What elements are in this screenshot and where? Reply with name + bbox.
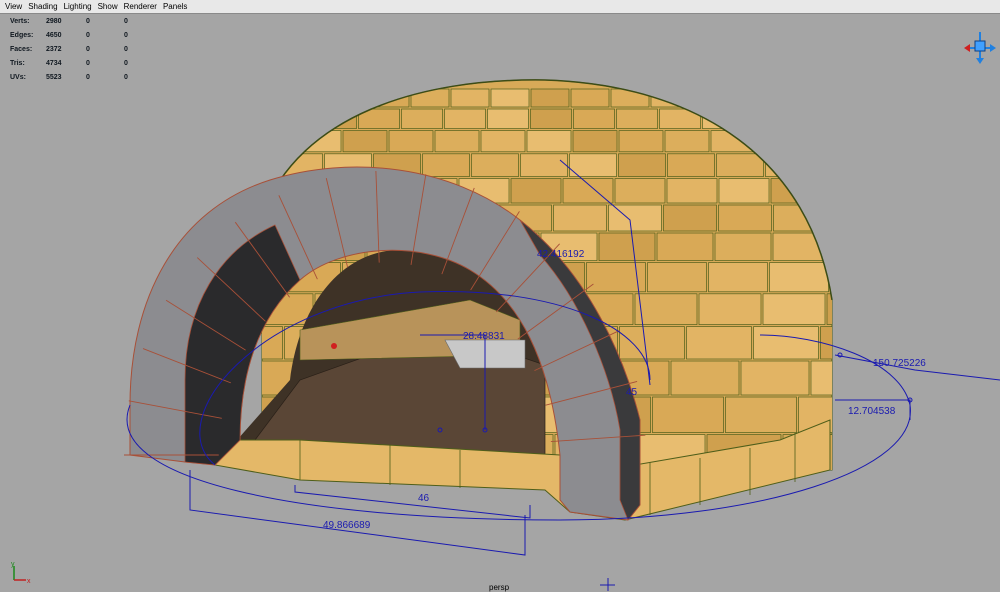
poly-count-hud: Verts: 2980 0 0 Edges: 4650 0 0 Faces: 2372 0 0 Tris… bbox=[10, 15, 162, 85]
view-cube-icon[interactable] bbox=[962, 30, 998, 66]
hud-label: Edges: bbox=[10, 32, 34, 39]
menu-lighting[interactable]: Lighting bbox=[61, 0, 95, 14]
measure-dome-radius: 150.725226 bbox=[873, 358, 926, 369]
hud-component-count: 0 bbox=[124, 74, 128, 81]
menu-shading[interactable]: Shading bbox=[25, 0, 60, 14]
measure-arch-inner: 28.48831 bbox=[463, 331, 505, 342]
hud-label: Faces: bbox=[10, 46, 33, 53]
menu-show[interactable]: Show bbox=[95, 0, 121, 14]
measure-arch-depth: 45 bbox=[626, 387, 638, 398]
hud-row: Edges: 4650 0 0 bbox=[10, 29, 162, 43]
hud-label: UVs: bbox=[10, 74, 26, 81]
measure-base-width: 46 bbox=[418, 493, 430, 504]
axis-x-label: x bbox=[27, 578, 31, 585]
hud-value: 4734 bbox=[46, 60, 62, 67]
measure-ring-offset: 12.704538 bbox=[848, 406, 896, 417]
measure-base-span: 49.866689 bbox=[323, 520, 371, 531]
hud-component-count: 0 bbox=[124, 18, 128, 25]
hud-value: 5523 bbox=[46, 74, 62, 81]
viewport-menubar: View Shading Lighting Show Renderer Panels bbox=[0, 0, 1000, 14]
menu-panels[interactable]: Panels bbox=[160, 0, 190, 14]
hud-selected-count: 0 bbox=[86, 18, 90, 25]
hud-row: Faces: 2372 0 0 bbox=[10, 43, 162, 57]
hud-row: UVs: 5523 0 0 bbox=[10, 71, 162, 85]
pivot-marker[interactable] bbox=[331, 343, 337, 349]
hud-label: Tris: bbox=[10, 60, 25, 67]
measure-arch-outer: 42.416192 bbox=[537, 249, 585, 260]
hud-component-count: 0 bbox=[124, 60, 128, 67]
viewport-scene[interactable]: 42.416192 28.48831 45 150.725226 12.7045… bbox=[0, 15, 1000, 591]
hud-value: 4650 bbox=[46, 32, 62, 39]
hud-row: Tris: 4734 0 0 bbox=[10, 57, 162, 71]
hud-value: 2980 bbox=[46, 18, 62, 25]
axis-y-label: y bbox=[11, 561, 15, 568]
hud-label: Verts: bbox=[10, 18, 30, 25]
menu-renderer[interactable]: Renderer bbox=[121, 0, 160, 14]
menu-view[interactable]: View bbox=[0, 0, 25, 14]
hud-component-count: 0 bbox=[124, 46, 128, 53]
hud-selected-count: 0 bbox=[86, 46, 90, 53]
hud-selected-count: 0 bbox=[86, 74, 90, 81]
axis-gizmo-icon: y x bbox=[11, 561, 31, 585]
hud-value: 2372 bbox=[46, 46, 62, 53]
hud-selected-count: 0 bbox=[86, 60, 90, 67]
hud-row: Verts: 2980 0 0 bbox=[10, 15, 162, 29]
hud-selected-count: 0 bbox=[86, 32, 90, 39]
hud-component-count: 0 bbox=[124, 32, 128, 39]
